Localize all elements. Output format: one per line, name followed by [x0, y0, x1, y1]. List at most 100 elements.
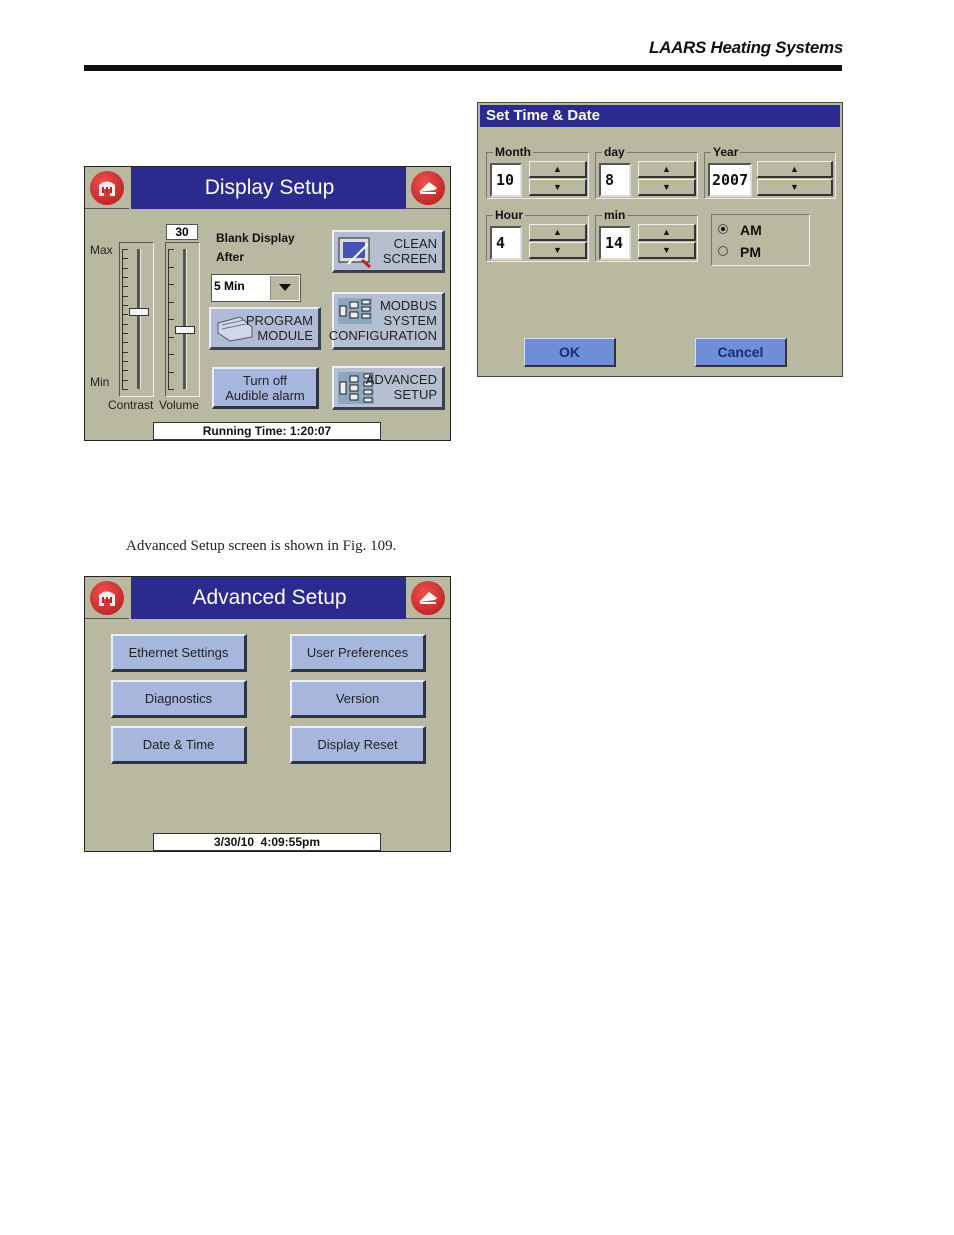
hour-label: Hour — [493, 208, 525, 222]
slider-tick — [122, 249, 123, 259]
down-arrow-icon: ▼ — [662, 182, 671, 192]
slider-tick — [122, 323, 123, 333]
hour-down-button[interactable]: ▼ — [529, 242, 587, 259]
min-up-button[interactable]: ▲ — [638, 224, 696, 241]
day-value[interactable]: 8 — [599, 163, 631, 197]
radio-selected-icon — [718, 224, 728, 234]
back-arrow-icon — [411, 580, 445, 615]
set-time-date-dialog: Set Time & Date Month 10 ▲ ▼ day 8 ▲ ▼ Y… — [477, 102, 843, 377]
modbus-label-2: SYSTEM — [383, 313, 437, 328]
slider-tick — [168, 249, 169, 267]
date-time-button[interactable]: Date & Time — [111, 726, 247, 764]
back-button[interactable] — [406, 167, 450, 209]
turn-off-audible-alarm-button[interactable]: Turn off Audible alarm — [212, 367, 319, 409]
volume-label: Volume — [159, 398, 200, 412]
dropdown-arrow-button[interactable] — [270, 276, 299, 300]
diagnostics-button[interactable]: Diagnostics — [111, 680, 247, 718]
advanced-setup-button[interactable]: ADVANCED SETUP — [332, 366, 445, 410]
month-group: Month 10 ▲ ▼ — [486, 145, 589, 199]
header-brand: LAARS Heating Systems — [649, 38, 843, 57]
slider-tick — [122, 267, 123, 277]
day-down-button[interactable]: ▼ — [638, 179, 696, 196]
slider-tick — [122, 305, 123, 315]
slider-tick — [168, 284, 169, 302]
slider-tick — [168, 336, 169, 354]
volume-value: 30 — [175, 225, 189, 239]
home-button[interactable] — [85, 167, 129, 209]
up-arrow-icon: ▲ — [790, 164, 799, 174]
home-button[interactable] — [85, 577, 129, 619]
min-label: min — [602, 208, 628, 222]
panel-title: Advanced Setup — [131, 577, 408, 619]
slider-tick — [122, 342, 123, 352]
contrast-slider[interactable] — [119, 242, 154, 397]
caption-text: Advanced Setup screen is shown in Fig. 1… — [126, 538, 397, 554]
am-radio[interactable]: AM — [718, 222, 762, 238]
version-button[interactable]: Version — [290, 680, 426, 718]
day-up-button[interactable]: ▲ — [638, 161, 696, 178]
hour-up-button[interactable]: ▲ — [529, 224, 587, 241]
ok-button[interactable]: OK — [524, 338, 616, 367]
up-arrow-icon: ▲ — [553, 164, 562, 174]
contrast-slider-thumb[interactable] — [129, 308, 149, 316]
running-time-status: Running Time: 1:20:07 — [153, 422, 381, 440]
blank-display-after-label: After — [216, 250, 245, 264]
chevron-down-icon — [279, 284, 291, 291]
volume-slider[interactable] — [165, 242, 200, 397]
day-label: day — [602, 145, 627, 159]
home-building-icon — [90, 170, 124, 205]
down-arrow-icon: ▼ — [790, 182, 799, 192]
display-setup-panel: Display Setup Max Min 30 Contrast Volume… — [84, 166, 451, 441]
blank-display-selected: 5 Min — [214, 279, 245, 293]
year-down-button[interactable]: ▼ — [757, 179, 833, 196]
clean-screen-label-2: SCREEN — [382, 251, 437, 266]
hour-value[interactable]: 4 — [490, 226, 522, 260]
cancel-button[interactable]: Cancel — [695, 338, 787, 367]
program-module-label-2: MODULE — [257, 328, 313, 343]
slider-tick — [168, 371, 169, 389]
turn-off-label-1: Turn off — [242, 372, 288, 388]
ethernet-settings-button[interactable]: Ethernet Settings — [111, 634, 247, 672]
monitor-clean-icon — [338, 237, 371, 268]
back-button[interactable] — [406, 577, 450, 619]
blank-display-label: Blank Display — [216, 231, 295, 245]
program-module-label-1: PROGRAM — [245, 313, 313, 328]
turn-off-label-2: Audible alarm — [225, 387, 305, 403]
slider-tick — [122, 258, 123, 268]
month-value[interactable]: 10 — [490, 163, 522, 197]
down-arrow-icon: ▼ — [553, 182, 562, 192]
modbus-config-button[interactable]: MODBUS SYSTEM CONFIGURATION — [329, 292, 445, 350]
year-group: Year 2007 ▲ ▼ — [704, 145, 836, 199]
month-up-button[interactable]: ▲ — [529, 161, 587, 178]
min-group: min 14 ▲ ▼ — [595, 208, 698, 262]
display-reset-button[interactable]: Display Reset — [290, 726, 426, 764]
year-up-button[interactable]: ▲ — [757, 161, 833, 178]
am-label: AM — [740, 222, 762, 238]
year-value[interactable]: 2007 — [708, 163, 752, 197]
min-value[interactable]: 14 — [599, 226, 631, 260]
up-arrow-icon: ▲ — [662, 164, 671, 174]
slider-tick — [122, 389, 128, 390]
dialog-title: Set Time & Date — [480, 105, 840, 127]
modbus-label-1: MODBUS — [379, 298, 437, 313]
blank-display-dropdown[interactable]: 5 Min — [211, 274, 301, 302]
home-building-icon — [90, 580, 124, 615]
advanced-setup-panel: Advanced Setup Ethernet Settings User Pr… — [84, 576, 451, 852]
slider-tick — [122, 379, 123, 389]
month-down-button[interactable]: ▼ — [529, 179, 587, 196]
pm-label: PM — [740, 244, 761, 260]
am-pm-group: AM PM — [711, 214, 810, 266]
volume-value-box: 30 — [166, 224, 198, 240]
pm-radio[interactable]: PM — [718, 244, 761, 260]
slider-max-label: Max — [90, 243, 113, 257]
slider-tick — [168, 354, 169, 372]
slider-tick — [168, 389, 174, 390]
min-down-button[interactable]: ▼ — [638, 242, 696, 259]
volume-slider-thumb[interactable] — [175, 326, 195, 335]
back-arrow-icon — [411, 170, 445, 205]
program-module-button[interactable]: PROGRAM MODULE — [209, 307, 321, 350]
slider-tick — [122, 370, 123, 380]
user-preferences-button[interactable]: User Preferences — [290, 634, 426, 672]
slider-tick — [122, 333, 123, 343]
clean-screen-button[interactable]: CLEAN SCREEN — [332, 230, 445, 273]
